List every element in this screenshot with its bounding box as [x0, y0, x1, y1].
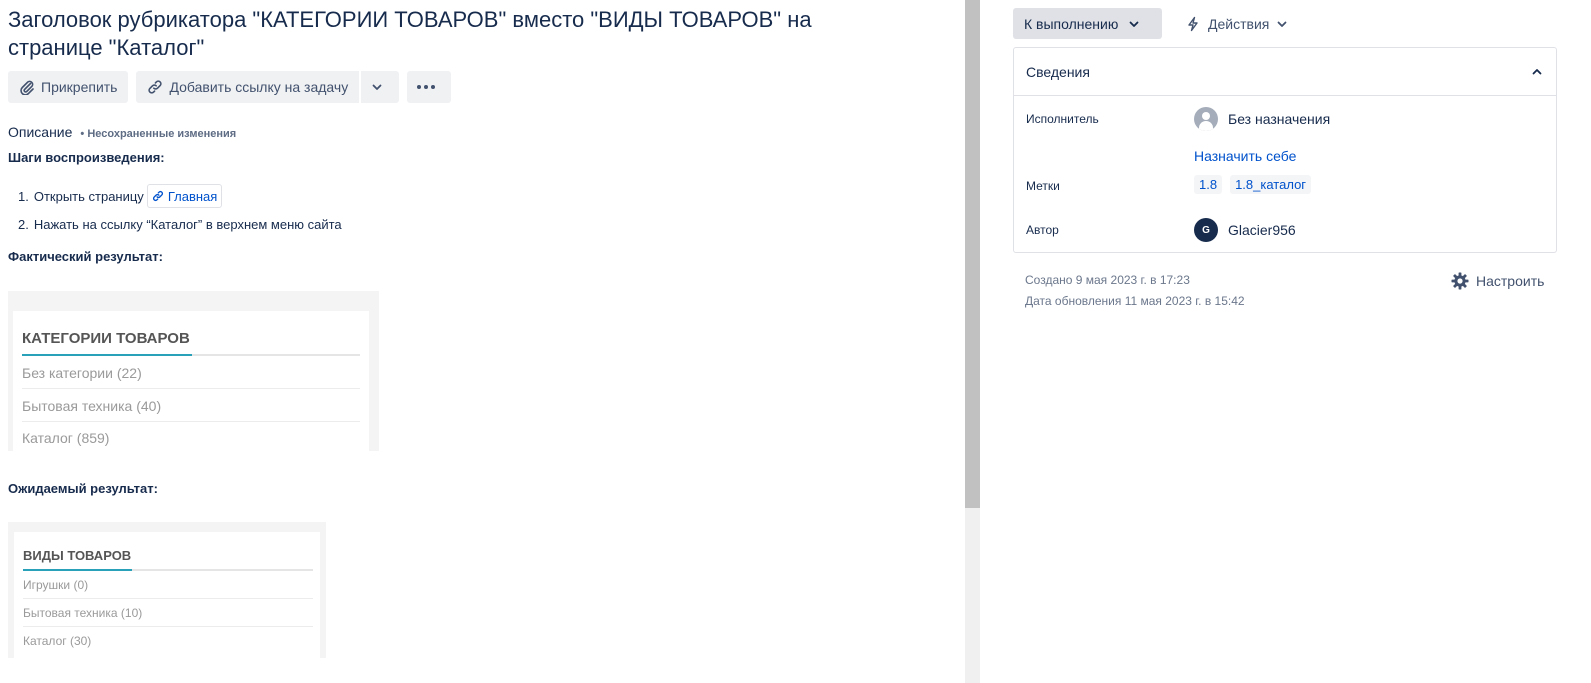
labels-label: Метки: [1026, 179, 1060, 193]
labels-value[interactable]: 1.8 1.8_каталог: [1194, 175, 1319, 194]
issue-toolbar: Прикрепить Добавить ссылку на задачу: [8, 71, 452, 103]
link-icon: [152, 190, 163, 202]
chevron-down-icon: [1129, 21, 1139, 27]
attach-button[interactable]: Прикрепить: [8, 71, 129, 103]
label-tag[interactable]: 1.8_каталог: [1230, 175, 1312, 194]
actual-result-heading: Фактический результат:: [8, 249, 163, 264]
home-page-link[interactable]: Главная: [146, 184, 223, 208]
scrollbar-thumb[interactable]: [965, 0, 980, 508]
chevron-up-icon: [1532, 68, 1542, 74]
reporter-label: Автор: [1026, 223, 1059, 237]
image-row: Бытовая техника (40): [22, 398, 162, 414]
assignee-label: Исполнитель: [1026, 112, 1099, 126]
unassigned-avatar-icon: [1194, 107, 1218, 131]
main-scrollbar[interactable]: [965, 0, 980, 683]
link-icon: [148, 80, 163, 94]
details-panel: Сведения Исполнитель Без назначения Назн…: [1013, 47, 1557, 253]
image-row: Игрушки (0): [23, 578, 89, 592]
actions-label: Действия: [1208, 15, 1270, 32]
details-header[interactable]: Сведения: [1014, 48, 1556, 96]
image-heading: КАТЕГОРИИ ТОВАРОВ: [22, 330, 190, 347]
list-item: 2. Нажать на ссылку “Каталог” в верхнем …: [18, 210, 342, 238]
issue-main-panel: Заголовок рубрикатора "КАТЕГОРИИ ТОВАРОВ…: [0, 0, 965, 683]
image-row: Каталог (859): [22, 430, 110, 446]
image-heading: ВИДЫ ТОВАРОВ: [23, 548, 132, 563]
attach-button-label: Прикрепить: [41, 79, 118, 95]
configure-button[interactable]: Настроить: [1451, 270, 1544, 292]
description-label: Описание: [8, 124, 73, 140]
actual-result-image[interactable]: КАТЕГОРИИ ТОВАРОВ Без категории (22) Быт…: [8, 291, 379, 451]
unsaved-changes-indicator: Несохраненные изменения: [80, 128, 236, 140]
assignee-value[interactable]: Без назначения: [1194, 107, 1330, 131]
chevron-down-icon: [1277, 21, 1287, 27]
actions-dropdown-button[interactable]: Действия: [1185, 8, 1289, 39]
step-number: 1.: [18, 188, 29, 204]
steps-list: 1. Открыть страницу Главная 2. Нажать на…: [18, 182, 342, 238]
home-page-link-label: Главная: [167, 188, 218, 204]
steps-heading: Шаги воспроизведения:: [8, 150, 165, 165]
assign-to-me-link[interactable]: Назначить себе: [1194, 148, 1296, 164]
list-item: 1. Открыть страницу Главная: [18, 182, 342, 210]
add-link-button[interactable]: Добавить ссылку на задачу: [136, 71, 360, 103]
description-header: Описание Несохраненные изменения: [8, 124, 236, 140]
lightning-icon: [1188, 16, 1198, 31]
issue-sidebar: К выполнению Действия Сведения Исполните…: [980, 0, 1591, 683]
details-title: Сведения: [1026, 63, 1090, 80]
configure-label: Настроить: [1476, 273, 1545, 289]
updated-date: Дата обновления 11 мая 2023 г. в 15:42: [1025, 294, 1245, 308]
assignee-name: Без назначения: [1228, 111, 1331, 127]
add-link-button-label: Добавить ссылку на задачу: [169, 79, 349, 95]
status-label: К выполнению: [1024, 15, 1119, 32]
add-link-button-group: Добавить ссылку на задачу: [136, 71, 400, 103]
expected-result-image[interactable]: ВИДЫ ТОВАРОВ Игрушки (0) Бытовая техника…: [8, 522, 326, 658]
issue-title[interactable]: Заголовок рубрикатора "КАТЕГОРИИ ТОВАРОВ…: [8, 6, 908, 62]
reporter-name: Glacier956: [1228, 222, 1296, 238]
step-text: Открыть страницу: [33, 188, 144, 204]
reporter-value[interactable]: G Glacier956: [1194, 218, 1296, 242]
image-row: Бытовая техника (10): [23, 606, 143, 620]
label-tag[interactable]: 1.8: [1194, 175, 1223, 194]
step-number: 2.: [18, 216, 29, 232]
chevron-down-icon: [372, 84, 382, 90]
add-link-dropdown-button[interactable]: [361, 71, 400, 103]
more-actions-button[interactable]: [407, 71, 452, 103]
image-row: Без категории (22): [22, 365, 142, 381]
gear-icon: [1451, 272, 1469, 290]
created-date: Создано 9 мая 2023 г. в 17:23: [1025, 273, 1190, 287]
step-text: Нажать на ссылку “Каталог” в верхнем мен…: [33, 216, 342, 232]
avatar: G: [1194, 218, 1218, 242]
image-row: Каталог (30): [23, 634, 92, 648]
paperclip-icon: [20, 80, 34, 95]
image-heading-underline: [23, 569, 313, 571]
status-dropdown-button[interactable]: К выполнению: [1013, 8, 1162, 39]
more-icon: [417, 85, 436, 89]
image-heading-underline: [22, 354, 360, 356]
expected-result-heading: Ожидаемый результат:: [8, 481, 158, 496]
